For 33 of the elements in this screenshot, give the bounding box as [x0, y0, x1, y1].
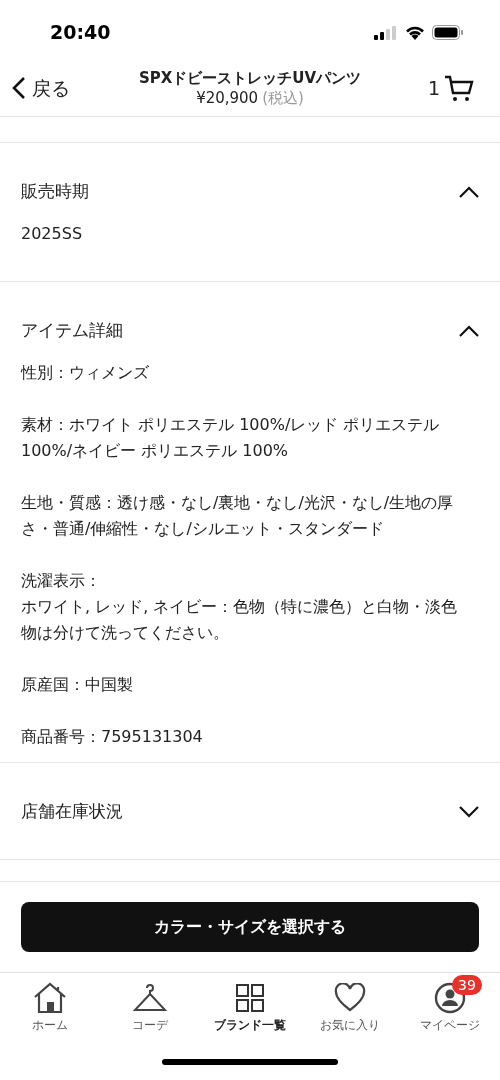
tab-item[interactable]: 39 マイページ	[400, 973, 500, 1043]
battery-icon	[432, 25, 464, 40]
notification-badge: 39	[452, 975, 482, 995]
back-button[interactable]: 戻る	[12, 73, 102, 103]
detail-text: 性別：ウィメンズ	[21, 362, 150, 384]
home-icon	[32, 982, 68, 1014]
status-time: 20:40	[50, 20, 111, 46]
cart-icon	[444, 74, 474, 102]
detail-text: 2025SS	[21, 223, 84, 245]
select-color-size-button[interactable]: カラー・サイズを選択する	[21, 902, 479, 952]
tab-item[interactable]: コーデ	[100, 973, 200, 1043]
section-header[interactable]: アイテム詳細	[21, 302, 479, 360]
detail-text: 原産国：中国製	[21, 674, 134, 696]
section-header[interactable]: 店舗在庫状況	[21, 783, 479, 841]
detail-text: 洗濯表示：	[21, 570, 102, 592]
grid-icon	[235, 983, 265, 1013]
detail-text: 生地・質感：透け感・なし/裏地・なし/光沢・なし/生地の厚さ・普通/伸縮性・なし/シルエット・スタンダード	[21, 492, 455, 540]
tax-note: (税込)	[262, 88, 304, 108]
heart-icon	[334, 983, 366, 1013]
product-price: ¥20,900	[196, 88, 259, 108]
detail-text: 商品番号：7595131304	[21, 726, 204, 748]
tab-item[interactable]: ホーム	[0, 973, 100, 1043]
detail-text: 素材：ホワイト ポリエステル 100%/レッド ポリエステル 100%/ネイビー ポリエステル 100%	[21, 414, 441, 462]
tab-item[interactable]: ブランド一覧	[200, 973, 300, 1043]
signal-icon	[374, 25, 398, 40]
cart-button[interactable]: 1	[398, 73, 488, 103]
product-title: SPXドビーストレッチUVパンツ	[138, 68, 362, 88]
wifi-icon	[405, 25, 425, 40]
tab-item[interactable]: お気に入り	[300, 973, 400, 1043]
chevron-left-icon	[12, 76, 26, 100]
detail-text: ホワイト, レッド, ネイビー：色物（特に濃色）と白物・淡色物は分けて洗ってください。	[21, 596, 459, 644]
hanger-icon	[132, 982, 168, 1014]
section-header[interactable]: 販売時期	[21, 163, 479, 221]
